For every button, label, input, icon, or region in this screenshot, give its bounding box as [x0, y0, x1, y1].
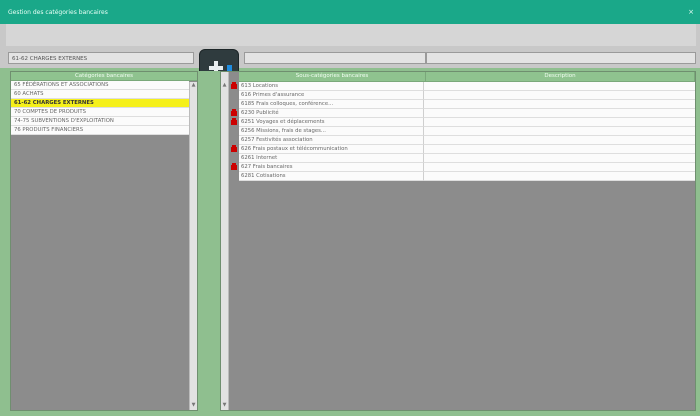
subcategory-row[interactable]: 616 Primes d'assurance	[229, 91, 695, 100]
scroll-down-icon[interactable]: ▼	[221, 402, 228, 410]
row-marker	[229, 172, 239, 181]
subcategory-description	[424, 136, 695, 145]
window-title: Gestion des catégories bancaires	[8, 9, 108, 16]
subcategory-row[interactable]: 6261 Internet	[229, 154, 695, 163]
subcategory-description	[424, 145, 695, 154]
folder-icon	[231, 145, 237, 152]
category-item[interactable]: 70 COMPTES DE PRODUITS	[11, 108, 189, 117]
subcategory-description	[424, 109, 695, 118]
subcategory-name: 613 Locations	[239, 82, 424, 91]
subcategories-table: 613 Locations 616 Primes d'assurance 6185 …	[229, 82, 695, 181]
close-icon[interactable]: ×	[688, 8, 694, 16]
subcategory-description	[424, 100, 695, 109]
categories-scrollbar[interactable]: ▲ ▼	[189, 82, 197, 410]
row-marker	[229, 154, 239, 163]
subcategory-row[interactable]: 6251 Voyages et déplacements	[229, 118, 695, 127]
column-header-subcategory[interactable]: Sous-catégories bancaires	[239, 72, 426, 82]
row-marker	[229, 100, 239, 109]
subcategory-name: 626 Frais postaux et télécommunication	[239, 145, 424, 154]
category-item[interactable]: 61-62 CHARGES EXTERNES	[11, 99, 189, 108]
subcategory-name: 6230 Publicité	[239, 109, 424, 118]
subcategory-name: 6257 Festivités association	[239, 136, 424, 145]
categories-panel: Catégories bancaires 65 FÉDÉRATIONS ET A…	[10, 71, 198, 411]
scroll-up-icon[interactable]: ▲	[221, 82, 228, 90]
scroll-up-icon[interactable]: ▲	[190, 82, 197, 90]
subcategory-row[interactable]: 6230 Publicité	[229, 109, 695, 118]
subcategory-name: 6185 Frais colloques, conférence...	[239, 100, 424, 109]
subcategories-scrollbar[interactable]: ▲ ▼	[221, 72, 229, 410]
subcategory-name: 616 Primes d'assurance	[239, 91, 424, 100]
subcategories-header-row: Sous-catégories bancaires Description	[239, 72, 695, 82]
subcategory-name: 6281 Cotisations	[239, 172, 424, 181]
subcategory-row[interactable]: 6281 Cotisations	[229, 172, 695, 181]
subcategory-description	[424, 91, 695, 100]
folder-icon	[231, 163, 237, 170]
row-marker	[229, 163, 239, 172]
row-marker	[229, 145, 239, 154]
subcategory-name: 6251 Voyages et déplacements	[239, 118, 424, 127]
subcategory-name: 6261 Internet	[239, 154, 424, 163]
description-field[interactable]	[426, 52, 696, 64]
window-titlebar: Gestion des catégories bancaires ×	[0, 0, 700, 24]
subcategory-row[interactable]: 6257 Festivités association	[229, 136, 695, 145]
subcategory-description	[424, 154, 695, 163]
row-marker	[229, 91, 239, 100]
subcategory-row[interactable]: 6185 Frais colloques, conférence...	[229, 100, 695, 109]
subcategory-row[interactable]: 627 Frais bancaires	[229, 163, 695, 172]
folder-icon	[231, 82, 237, 89]
category-item[interactable]: 60 ACHATS	[11, 90, 189, 99]
subcategory-field[interactable]	[244, 52, 426, 64]
scroll-down-icon[interactable]: ▼	[190, 402, 197, 410]
subcategory-description	[424, 118, 695, 127]
subcategory-row[interactable]: 613 Locations	[229, 82, 695, 91]
category-item[interactable]: 65 FÉDÉRATIONS ET ASSOCIATIONS	[11, 81, 189, 90]
row-marker	[229, 136, 239, 145]
category-item[interactable]: 76 PRODUITS FINANCIERS	[11, 126, 189, 135]
column-header-description[interactable]: Description	[426, 72, 695, 82]
category-item[interactable]: 74-75 SUBVENTIONS D'EXPLOITATION	[11, 117, 189, 126]
categories-list: 65 FÉDÉRATIONS ET ASSOCIATIONS 60 ACHATS 6…	[11, 81, 197, 135]
panel-splitter[interactable]	[198, 71, 220, 411]
subcategory-name: 6256 Missions, frais de stages...	[239, 127, 424, 136]
subcategory-description	[424, 127, 695, 136]
folder-icon	[231, 109, 237, 116]
subcategory-description	[424, 172, 695, 181]
row-marker	[229, 127, 239, 136]
subcategory-row[interactable]: 6256 Missions, frais de stages...	[229, 127, 695, 136]
row-marker	[229, 109, 239, 118]
toolbar-band	[6, 24, 696, 46]
subcategories-panel: ▲ ▼ Sous-catégories bancaires Descriptio…	[220, 71, 696, 411]
subcategory-row[interactable]: 626 Frais postaux et télécommunication	[229, 145, 695, 154]
categories-header: Catégories bancaires	[11, 72, 197, 81]
category-path-field[interactable]: 61-62 CHARGES EXTERNES	[8, 52, 194, 64]
subcategory-description	[424, 163, 695, 172]
subcategory-name: 627 Frais bancaires	[239, 163, 424, 172]
row-marker	[229, 118, 239, 127]
subcategory-description	[424, 82, 695, 91]
row-marker	[229, 82, 239, 91]
folder-icon	[231, 118, 237, 125]
toolbar: 61-62 CHARGES EXTERNES	[0, 24, 700, 87]
